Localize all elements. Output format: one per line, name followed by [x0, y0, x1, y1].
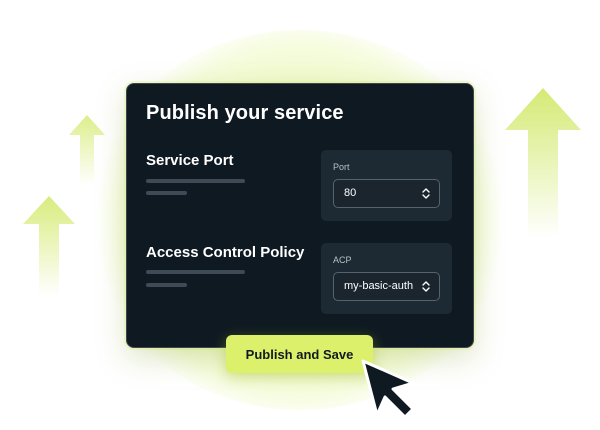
port-field-panel: Port 80: [321, 150, 452, 221]
description-placeholder-line: [146, 191, 187, 195]
acp-value: my-basic-auth: [344, 280, 414, 292]
mouse-pointer-icon: [361, 359, 415, 419]
arrow-up-icon: [23, 196, 75, 296]
description-placeholder-line: [146, 283, 187, 287]
description-placeholder-line: [146, 270, 245, 274]
port-select[interactable]: 80: [333, 179, 440, 208]
acp-field-label: ACP: [333, 255, 352, 265]
port-field-label: Port: [333, 162, 350, 172]
arrow-up-icon: [505, 88, 581, 238]
card-title: Publish your service: [146, 102, 344, 124]
acp-select[interactable]: my-basic-auth: [333, 272, 440, 301]
chevron-up-down-icon: [422, 188, 430, 199]
port-value: 80: [344, 187, 357, 199]
chevron-up-down-icon: [422, 281, 430, 292]
arrow-up-icon: [69, 115, 105, 185]
publish-service-card: Publish your service Service Port Port 8…: [126, 83, 474, 348]
acp-field-panel: ACP my-basic-auth: [321, 243, 452, 314]
description-placeholder-line: [146, 179, 245, 183]
publish-and-save-button[interactable]: Publish and Save: [226, 335, 373, 373]
service-port-label: Service Port: [146, 152, 234, 169]
access-control-policy-label: Access Control Policy: [146, 244, 305, 261]
